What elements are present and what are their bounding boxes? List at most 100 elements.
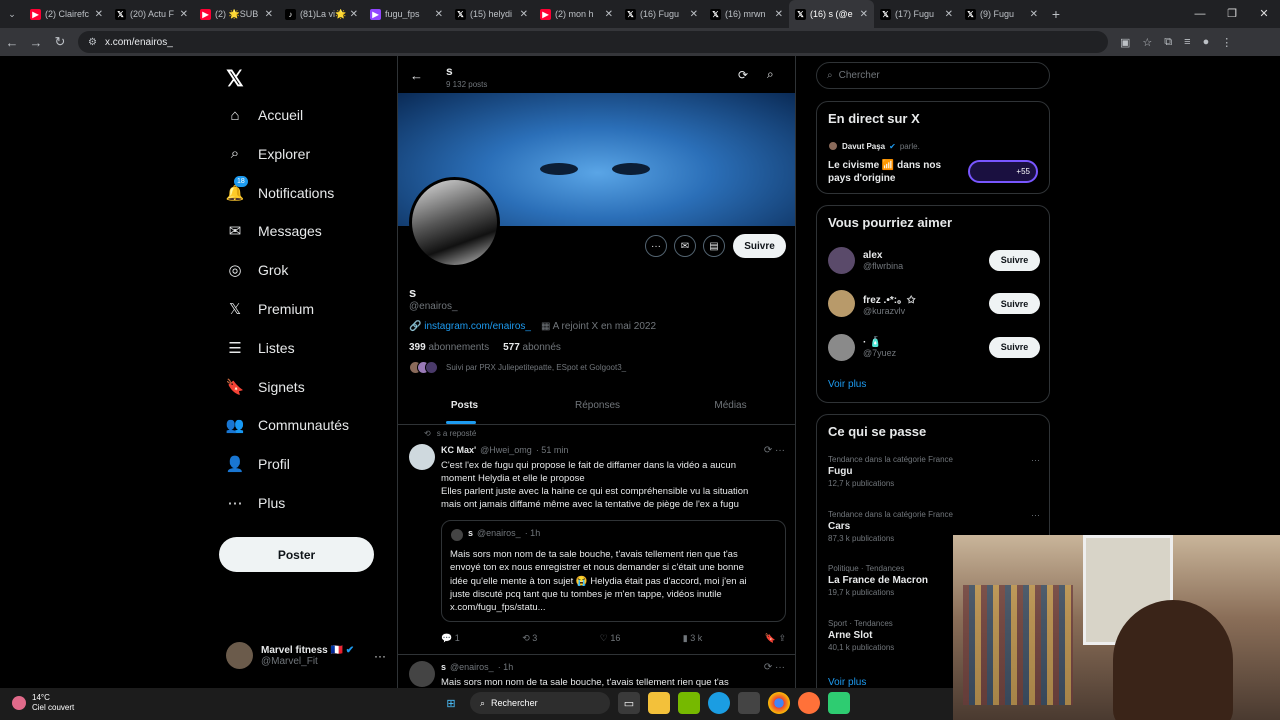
close-tab-icon[interactable]: ✕	[265, 9, 273, 20]
back-icon[interactable]: ←	[0, 35, 24, 50]
tweet-author-name[interactable]: s	[441, 662, 446, 672]
message-button[interactable]: ✉	[674, 235, 696, 257]
nav-item-profil[interactable]: 👤 Profil	[226, 455, 290, 473]
quoted-tweet[interactable]: s @enairos_ · 1h Mais sors mon nom de ta…	[441, 520, 786, 622]
live-listeners[interactable]: +55	[968, 160, 1038, 183]
nav-item-listes[interactable]: ☰ Listes	[226, 339, 294, 357]
store-icon[interactable]	[738, 692, 760, 714]
cast-icon[interactable]: ▣	[1120, 36, 1130, 49]
avatar[interactable]	[409, 444, 435, 470]
trend-item[interactable]: Tendance dans la catégorie France Fugu 12,…	[828, 455, 1040, 488]
live-host[interactable]: Davut Paşa ✔ parle.	[828, 141, 920, 151]
nav-item-grok[interactable]: ◎ Grok	[226, 261, 288, 279]
suggestions-more-link[interactable]: Voir plus	[828, 379, 866, 390]
new-tab-button[interactable]: +	[1044, 6, 1068, 22]
followed-by[interactable]: Suivi par PRX Juliepetitepatte, ESpot et…	[409, 361, 626, 374]
more-icon[interactable]: ···	[1031, 455, 1040, 465]
tweet-more-icon[interactable]: ⟳ ···	[764, 445, 785, 456]
taskbar-search[interactable]: ⌕ Rechercher	[470, 692, 610, 714]
menu-icon[interactable]: ⋮	[1221, 36, 1232, 49]
browser-tab[interactable]: ♪ (81)La vi🌟 ✕	[279, 0, 364, 28]
post-button[interactable]: Poster	[219, 537, 374, 572]
repost-button[interactable]: ⟲ 3	[522, 633, 537, 644]
media-icon[interactable]: ≡	[1184, 36, 1190, 49]
tab-posts[interactable]: Posts	[398, 387, 531, 424]
task-view-icon[interactable]: ▭	[618, 692, 640, 714]
profile-avatar[interactable]	[409, 177, 500, 268]
follow-button[interactable]: Suivre	[989, 293, 1040, 314]
suggested-user[interactable]: frez .•*:。✩ @kurazvlv Suivre	[828, 287, 1040, 321]
tweet-author-handle[interactable]: @Hwei_omg	[480, 445, 532, 455]
close-tab-icon[interactable]: ✕	[95, 9, 103, 20]
search-input[interactable]: ⌕ Chercher	[816, 62, 1050, 89]
extensions-icon[interactable]: ⧉	[1164, 36, 1172, 49]
tweet[interactable]: s @enairos_ · 1h ⟳ ··· Mais sors mon nom…	[398, 658, 795, 688]
browser-tab[interactable]: 𝕏 (16) mrwn ✕	[704, 0, 789, 28]
close-tab-icon[interactable]: ✕	[775, 9, 783, 20]
bookmark-share-buttons[interactable]: 🔖 ⇪	[765, 633, 786, 644]
tab-replies[interactable]: Réponses	[531, 387, 664, 424]
site-info-icon[interactable]: ⚙	[88, 37, 97, 48]
nav-item-plus[interactable]: ⋯ Plus	[226, 494, 286, 512]
url-input[interactable]: ⚙ x.com/enairos_	[78, 31, 1108, 53]
file-explorer-icon[interactable]	[648, 692, 670, 714]
grok-icon[interactable]: ⟳	[738, 68, 748, 82]
trends-more-link[interactable]: Voir plus	[828, 677, 866, 688]
follow-button[interactable]: Suivre	[989, 336, 1040, 358]
close-tab-icon[interactable]: ✕	[350, 9, 358, 20]
tab-media[interactable]: Médias	[664, 387, 795, 424]
search-icon[interactable]: ⌕	[767, 67, 774, 82]
nav-item-communauts[interactable]: 👥 Communautés	[226, 416, 349, 434]
browser-tab[interactable]: 𝕏 (17) Fugu ✕	[874, 0, 959, 28]
browser-tab[interactable]: ▶ (2) mon h ✕	[534, 0, 619, 28]
profile-icon[interactable]: ●	[1203, 36, 1210, 49]
live-topic[interactable]: Le civisme 📶 dans nos pays d'origine	[828, 159, 941, 185]
more-icon[interactable]: ···	[374, 649, 386, 663]
nvidia-icon[interactable]	[678, 692, 700, 714]
like-button[interactable]: ♡ 16	[600, 633, 621, 644]
x-logo-icon[interactable]: 𝕏	[226, 66, 244, 92]
edge-icon[interactable]	[708, 692, 730, 714]
nav-item-notifications[interactable]: 🔔 18 Notifications	[226, 175, 334, 202]
close-tab-icon[interactable]: ✕	[945, 9, 953, 20]
following-link[interactable]: 399 abonnements	[409, 342, 489, 353]
minimize-button[interactable]: —	[1184, 0, 1216, 28]
more-icon[interactable]: ···	[1031, 510, 1040, 520]
back-arrow-icon[interactable]: ←	[410, 68, 423, 83]
browser-tab[interactable]: ▶ (2) 🌟SUB ✕	[194, 0, 279, 28]
close-tab-icon[interactable]: ✕	[520, 9, 528, 20]
forward-icon[interactable]: →	[24, 35, 48, 50]
tab-search-icon[interactable]: ⌄	[0, 9, 24, 20]
nav-item-accueil[interactable]: ⌂ Accueil	[226, 106, 303, 124]
browser-tab[interactable]: 𝕏 (16) Fugu ✕	[619, 0, 704, 28]
close-tab-icon[interactable]: ✕	[605, 9, 613, 20]
close-tab-icon[interactable]: ✕	[860, 9, 868, 20]
weather-widget[interactable]: 14°C Ciel couvert	[12, 693, 74, 713]
nav-item-premium[interactable]: 𝕏 Premium	[226, 300, 314, 318]
tweet-more-icon[interactable]: ⟳ ···	[764, 662, 785, 673]
profile-link[interactable]: instagram.com/enairos_	[424, 321, 531, 332]
views-button[interactable]: ▮ 3 k	[683, 633, 702, 644]
nav-item-signets[interactable]: 🔖 Signets	[226, 378, 305, 396]
close-window-button[interactable]: ✕	[1248, 0, 1280, 28]
browser-tab[interactable]: 𝕏 (15) helydi ✕	[449, 0, 534, 28]
followers-link[interactable]: 577 abonnés	[503, 342, 561, 353]
close-tab-icon[interactable]: ✕	[435, 9, 443, 20]
suggested-user[interactable]: · 🧴 @7yuez Suivre	[828, 330, 1040, 364]
reply-button[interactable]: 💬 1	[441, 633, 460, 644]
windows-start-icon[interactable]: ⊞	[440, 692, 462, 714]
browser-tab[interactable]: 𝕏 (16) s (@e ✕	[789, 0, 874, 28]
suggested-user[interactable]: alex @flwrbina Suivre	[828, 243, 1040, 277]
tweet-author-name[interactable]: KC Max'	[441, 445, 476, 455]
tweet[interactable]: ⟲ s a reposté KC Max' @Hwei_omg · 51 min …	[398, 429, 795, 656]
more-options-button[interactable]: ···	[645, 235, 667, 257]
reload-icon[interactable]: ↻	[48, 34, 72, 50]
close-tab-icon[interactable]: ✕	[180, 9, 188, 20]
subscribe-button[interactable]: ▤	[703, 235, 725, 257]
firefox-icon[interactable]	[798, 692, 820, 714]
close-tab-icon[interactable]: ✕	[1030, 9, 1038, 20]
star-icon[interactable]: ☆	[1142, 36, 1152, 49]
chrome-icon[interactable]	[768, 692, 790, 714]
nav-item-explorer[interactable]: ⌕ Explorer	[226, 145, 310, 163]
browser-tab[interactable]: ▶ fugu_fps ✕	[364, 0, 449, 28]
